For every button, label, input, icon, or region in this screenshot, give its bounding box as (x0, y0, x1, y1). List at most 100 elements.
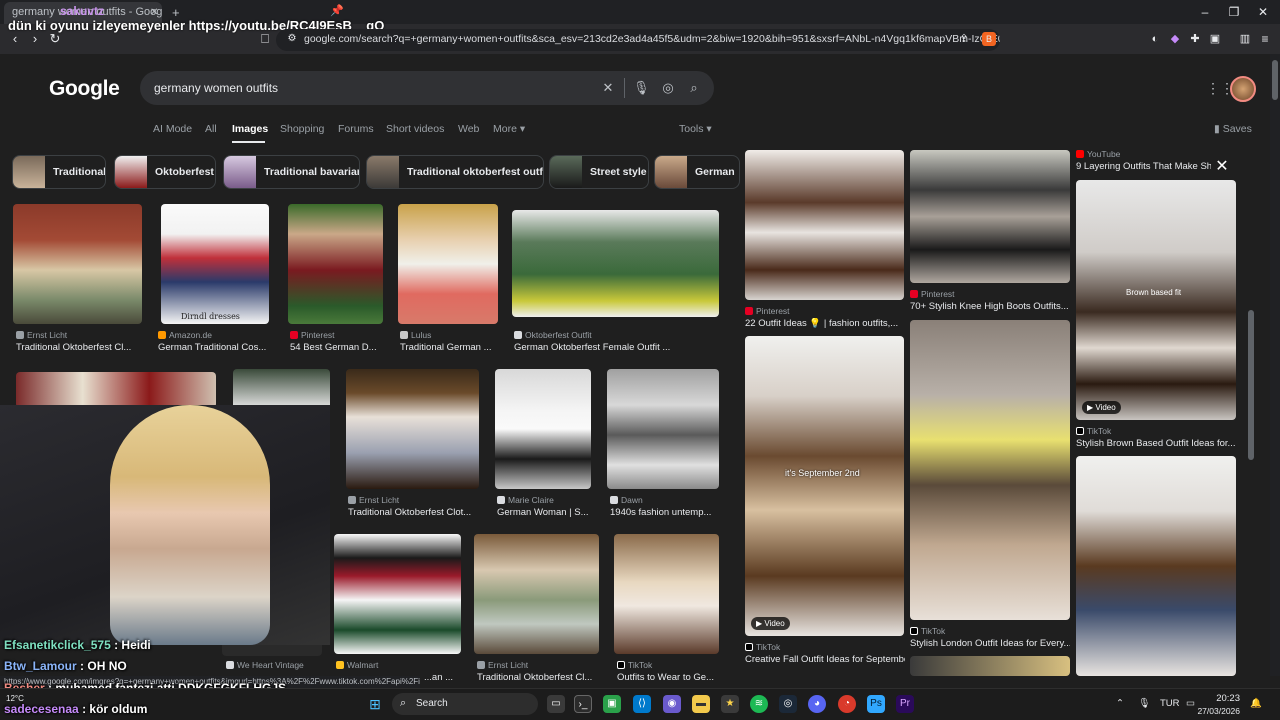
brave-shield-icon[interactable]: B (982, 32, 996, 46)
result-image[interactable]: Dirndl dresses (161, 204, 269, 324)
tab-short-videos[interactable]: Short videos (386, 123, 444, 135)
page-scrollbar[interactable] (1270, 54, 1280, 676)
windows-start-icon[interactable]: ⊞ (366, 695, 384, 713)
tab-forums[interactable]: Forums (338, 123, 374, 135)
scrollbar-thumb[interactable] (1272, 60, 1278, 100)
avatar[interactable] (1230, 76, 1256, 102)
result-image[interactable] (334, 534, 461, 654)
terminal-icon[interactable]: ›_ (574, 695, 592, 713)
result-image[interactable] (910, 150, 1070, 283)
result-title[interactable]: 54 Best German D... (290, 342, 390, 353)
language-indicator[interactable]: TUR (1160, 698, 1180, 709)
result-title[interactable]: Traditional Oktoberfest Clot... (348, 507, 478, 518)
extension-icon[interactable]: ◐ (1148, 32, 1162, 46)
result-title[interactable]: German Woman | S... (497, 507, 597, 518)
close-icon[interactable]: ✕ (1213, 158, 1231, 176)
clock-time[interactable]: 20:23 (1206, 693, 1240, 704)
reload-icon[interactable]: ↻ (48, 32, 62, 46)
result-image[interactable] (910, 656, 1070, 676)
forward-icon[interactable]: › (28, 32, 42, 46)
result-image[interactable] (13, 204, 142, 324)
result-title[interactable]: German Oktoberfest Female Outfit ... (514, 342, 714, 353)
sidebar-icon[interactable]: ▥ (1238, 32, 1252, 46)
restore-icon[interactable]: ❐ (1226, 4, 1242, 20)
result-image[interactable] (233, 369, 330, 409)
tray-chevron-icon[interactable]: ⌃ (1116, 698, 1124, 709)
result-title[interactable]: Traditional Oktoberfest Cl... (477, 672, 607, 683)
task-view-icon[interactable]: ▭ (547, 695, 565, 713)
tab-images[interactable]: Images (232, 123, 268, 135)
clear-search-icon[interactable]: ✕ (600, 80, 616, 96)
spotify-icon[interactable]: ≋ (750, 695, 768, 713)
google-logo[interactable]: Google (49, 77, 120, 101)
site-info-icon[interactable]: ⚙ (285, 32, 299, 46)
search-icon[interactable]: ⌕ (686, 80, 702, 96)
minimize-icon[interactable]: – (1197, 4, 1213, 20)
tools-button[interactable]: Tools ▾ (679, 123, 712, 135)
notification-icon[interactable]: 🔔 (1250, 698, 1262, 709)
result-title[interactable]: Stylish London Outfit Ideas for Every... (910, 638, 1070, 649)
result-title[interactable]: Stylish Brown Based Outfit Ideas for... (1076, 438, 1236, 449)
microphone-icon[interactable]: 🎙 (633, 80, 650, 96)
result-title[interactable]: German Traditional Cos... (158, 342, 278, 353)
close-window-icon[interactable]: ✕ (1255, 4, 1271, 20)
tab-all[interactable]: All (205, 123, 217, 135)
network-icon[interactable]: ▭ (1186, 698, 1195, 709)
chip-german[interactable]: German (654, 155, 740, 189)
result-image[interactable] (745, 150, 904, 300)
result-title[interactable]: ...an ... (424, 672, 464, 683)
address-bar[interactable]: google.com/search?q=+germany+women+outfi… (276, 29, 1000, 51)
result-image[interactable]: Brown based fit ▶ Video (1076, 180, 1236, 420)
extension-icon[interactable]: ◆ (1168, 32, 1182, 46)
result-title[interactable]: Traditional German ... (400, 342, 500, 353)
menu-icon[interactable]: ≡ (1258, 32, 1272, 46)
extensions-puzzle-icon[interactable]: ✚ (1188, 32, 1202, 46)
app-icon[interactable]: ▣ (603, 695, 621, 713)
wallet-icon[interactable]: ▣ (1208, 32, 1222, 46)
result-title[interactable]: 9 Layering Outfits That Make Short... (1076, 161, 1211, 172)
lens-icon[interactable]: ◎ (660, 80, 676, 96)
back-icon[interactable]: ‹ (8, 32, 22, 46)
result-image[interactable] (512, 210, 719, 317)
microphone-icon[interactable]: 🎙 (1138, 698, 1150, 709)
result-image[interactable] (607, 369, 719, 489)
result-image[interactable] (346, 369, 479, 489)
search-query[interactable]: germany women outfits (154, 81, 278, 95)
close-tab-icon[interactable]: ✕ (150, 7, 158, 18)
app-icon[interactable]: ◉ (663, 695, 681, 713)
tab-more[interactable]: More ▾ (493, 123, 525, 135)
tab-shopping[interactable]: Shopping (280, 123, 324, 135)
tab-ai-mode[interactable]: AI Mode (153, 123, 192, 135)
vscode-icon[interactable]: ⟨⟩ (633, 695, 651, 713)
app-icon[interactable]: ★ (721, 695, 739, 713)
result-title[interactable]: 70+ Stylish Knee High Boots Outfits... (910, 301, 1070, 312)
result-image[interactable] (474, 534, 599, 654)
result-title[interactable]: 1940s fashion untemp... (610, 507, 720, 518)
taskbar-search[interactable]: Search (392, 693, 538, 715)
discord-icon[interactable]: ◕ (808, 695, 826, 713)
result-image[interactable] (614, 534, 719, 654)
result-image[interactable] (1076, 456, 1236, 676)
result-title[interactable]: Creative Fall Outfit Ideas for September (745, 654, 905, 665)
result-image[interactable] (398, 204, 498, 324)
result-title[interactable]: Traditional Oktoberfest Cl... (16, 342, 146, 353)
result-image[interactable]: it's September 2nd ▶ Video (745, 336, 904, 636)
chip-street-style[interactable]: Street style (549, 155, 649, 189)
tab-web[interactable]: Web (458, 123, 479, 135)
chip-traditional[interactable]: Traditional (12, 155, 106, 189)
panel-scrollbar-thumb[interactable] (1248, 310, 1254, 460)
chip-traditional-bavarian[interactable]: Traditional bavarian (223, 155, 360, 189)
browser-icon[interactable]: ◔ (838, 695, 856, 713)
share-icon[interactable]: ⇪ (957, 32, 971, 46)
result-image[interactable] (288, 204, 383, 324)
file-explorer-icon[interactable]: ▬ (692, 695, 710, 713)
chip-oktoberfest[interactable]: Oktoberfest (114, 155, 216, 189)
chip-traditional-oktoberfest-outfit[interactable]: Traditional oktoberfest outfit (366, 155, 544, 189)
result-image[interactable] (495, 369, 591, 489)
photoshop-icon[interactable]: Ps (867, 695, 885, 713)
result-title[interactable]: Outfits to Wear to Ge... (617, 672, 722, 683)
premiere-icon[interactable]: Pr (896, 695, 914, 713)
result-title[interactable]: 22 Outfit Ideas 💡 | fashion outfits,... (745, 318, 905, 329)
bookmark-icon[interactable]: ⎕ (258, 32, 272, 46)
steam-icon[interactable]: ◎ (779, 695, 797, 713)
